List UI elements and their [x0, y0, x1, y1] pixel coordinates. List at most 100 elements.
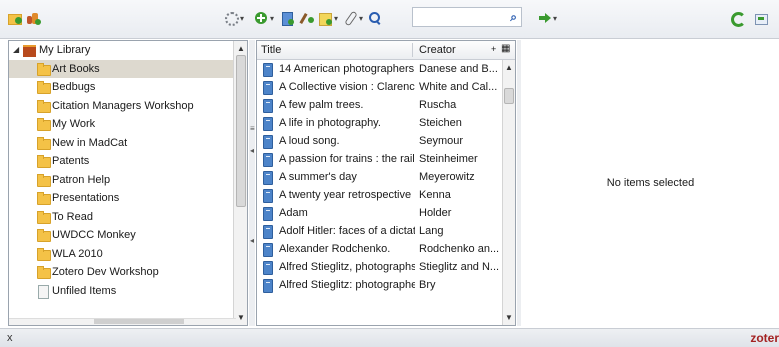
zotero-logo[interactable]: zoter: [750, 331, 779, 345]
collections-splitter[interactable]: ≡ ◂ ◂: [249, 40, 255, 326]
scroll-down-icon[interactable]: ▼: [505, 313, 513, 322]
scroll-thumb[interactable]: [236, 55, 246, 207]
table-row[interactable]: A twenty year retrospective Kenna: [257, 186, 503, 204]
items-scrollbar[interactable]: ▲ ▼: [502, 60, 515, 325]
book-icon: [263, 171, 273, 185]
chevron-down-icon: ▾: [553, 13, 558, 23]
item-creator: Steinheimer: [419, 153, 478, 165]
status-bar: x zoter: [0, 328, 779, 347]
scroll-thumb[interactable]: [504, 88, 514, 104]
column-picker-icon[interactable]: ▦: [501, 43, 510, 54]
tree-item-uwdcc-monkey[interactable]: UWDCC Monkey: [9, 226, 247, 245]
item-title: Adam: [279, 207, 308, 219]
tree-item-to-read[interactable]: To Read: [9, 208, 247, 227]
folder-icon: [37, 173, 51, 187]
tree-item-patron-help[interactable]: Patron Help: [9, 171, 247, 190]
add-by-identifier-icon: [280, 11, 294, 26]
chevron-down-icon: ▾: [334, 13, 339, 23]
new-collection-button[interactable]: [8, 10, 22, 26]
collections-horizontal-scrollbar[interactable]: [9, 318, 236, 325]
table-row[interactable]: A Collective vision : Clarence ... White…: [257, 78, 503, 96]
collapse-left-icon[interactable]: ◂: [250, 236, 254, 245]
folder-icon: [37, 266, 51, 279]
actions-menu-button[interactable]: ▾: [224, 10, 244, 26]
tree-item-zotero-dev-workshop[interactable]: Zotero Dev Workshop: [9, 263, 247, 282]
new-item-button[interactable]: ▾: [254, 10, 274, 26]
close-pane-button[interactable]: x: [7, 332, 13, 344]
scroll-up-icon[interactable]: ▲: [505, 63, 513, 72]
column-header-title[interactable]: Title: [261, 44, 281, 56]
tree-item-label: My Library: [39, 44, 91, 56]
item-title: Alexander Rodchenko.: [279, 243, 391, 255]
scroll-up-icon[interactable]: ▲: [237, 44, 245, 53]
table-row[interactable]: Adam Holder: [257, 204, 503, 222]
tree-item-presentations[interactable]: Presentations: [9, 189, 247, 208]
fullscreen-button[interactable]: [754, 10, 768, 26]
folder-icon: [37, 210, 51, 224]
table-row[interactable]: A passion for trains : the railr... Stei…: [257, 150, 503, 168]
tree-item-wla-2010[interactable]: WLA 2010: [9, 245, 247, 264]
book-icon: [263, 207, 273, 221]
collapse-left-icon[interactable]: ◂: [250, 146, 254, 155]
tree-item-citation-managers-workshop[interactable]: Citation Managers Workshop: [9, 97, 247, 116]
tree-item-label: My Work: [52, 118, 96, 130]
add-attachment-button[interactable]: ▾: [343, 10, 363, 27]
collections-scrollbar[interactable]: ▲ ▼: [233, 41, 247, 325]
sync-icon: [730, 11, 746, 27]
new-item-icon: [254, 11, 268, 25]
book-icon: [263, 153, 273, 167]
tree-item-my-work[interactable]: My Work: [9, 115, 247, 134]
advanced-search-button[interactable]: [368, 10, 382, 26]
chevron-down-icon: ▾: [270, 13, 275, 23]
table-row[interactable]: Adolf Hitler: faces of a dictator. Lang: [257, 222, 503, 240]
item-title: A twenty year retrospective: [279, 189, 412, 201]
table-row[interactable]: Alexander Rodchenko. Rodchenko an...: [257, 240, 503, 258]
folder-icon: [37, 247, 51, 261]
table-row[interactable]: A few palm trees. Ruscha: [257, 96, 503, 114]
tree-item-label: New in MadCat: [52, 136, 128, 149]
search-input[interactable]: [413, 8, 509, 26]
tree-item-patents[interactable]: Patents: [9, 152, 247, 171]
table-row[interactable]: A summer's day Meyerowitz: [257, 168, 503, 186]
table-row[interactable]: A loud song. Seymour: [257, 132, 503, 150]
horizontal-scroll-thumb[interactable]: [94, 319, 184, 324]
table-row[interactable]: Alfred Stieglitz: photographer, Bry: [257, 276, 503, 294]
add-by-identifier-button[interactable]: [280, 10, 294, 26]
fullscreen-icon: [754, 11, 768, 25]
splitter-grip-icon: ≡: [250, 124, 255, 133]
tree-item-new-in-madcat[interactable]: New in MadCat: [9, 134, 247, 153]
tree-item-my-library[interactable]: ◢ My Library: [9, 41, 247, 60]
book-icon: [263, 279, 273, 293]
items-splitter[interactable]: [517, 40, 521, 326]
search-icon[interactable]: ⌕: [510, 10, 517, 25]
tree-item-label: Art Books: [52, 62, 100, 75]
item-title: Adolf Hitler: faces of a dictator.: [279, 225, 415, 237]
new-note-icon: [318, 11, 332, 26]
book-icon: [263, 117, 273, 131]
locate-button[interactable]: ▾: [537, 10, 557, 26]
item-pane: No items selected: [522, 40, 779, 326]
collections-pane: ◢ My Library Art Books Bedbugs Citation …: [8, 40, 248, 326]
table-row[interactable]: 14 American photographers : ... Danese a…: [257, 60, 503, 78]
tree-item-art-books[interactable]: Art Books: [9, 59, 247, 78]
column-divider[interactable]: [412, 43, 413, 57]
scroll-down-icon[interactable]: ▼: [237, 313, 245, 322]
expand-triangle-icon[interactable]: ◢: [13, 41, 19, 60]
column-header-creator[interactable]: Creator: [419, 44, 456, 56]
item-creator: Seymour: [419, 135, 464, 147]
sync-button[interactable]: [730, 10, 746, 27]
item-title: 14 American photographers : ...: [279, 63, 415, 75]
table-row[interactable]: Alfred Stieglitz, photographs ... Stiegl…: [257, 258, 503, 276]
search-box[interactable]: ⌕: [412, 7, 522, 27]
add-attachment-icon: [343, 10, 358, 27]
create-bibliography-button[interactable]: [299, 10, 314, 26]
new-group-button[interactable]: [26, 10, 41, 26]
table-row[interactable]: A life in photography. Steichen: [257, 114, 503, 132]
item-creator: Holder: [419, 207, 452, 219]
tree-item-label: UWDCC Monkey: [52, 229, 136, 241]
tree-item-bedbugs[interactable]: Bedbugs: [9, 78, 247, 97]
new-note-button[interactable]: ▾: [318, 10, 338, 26]
tree-item-unfiled-items[interactable]: Unfiled Items: [9, 282, 247, 301]
locate-icon: [537, 11, 551, 25]
folder-icon: [37, 192, 51, 205]
